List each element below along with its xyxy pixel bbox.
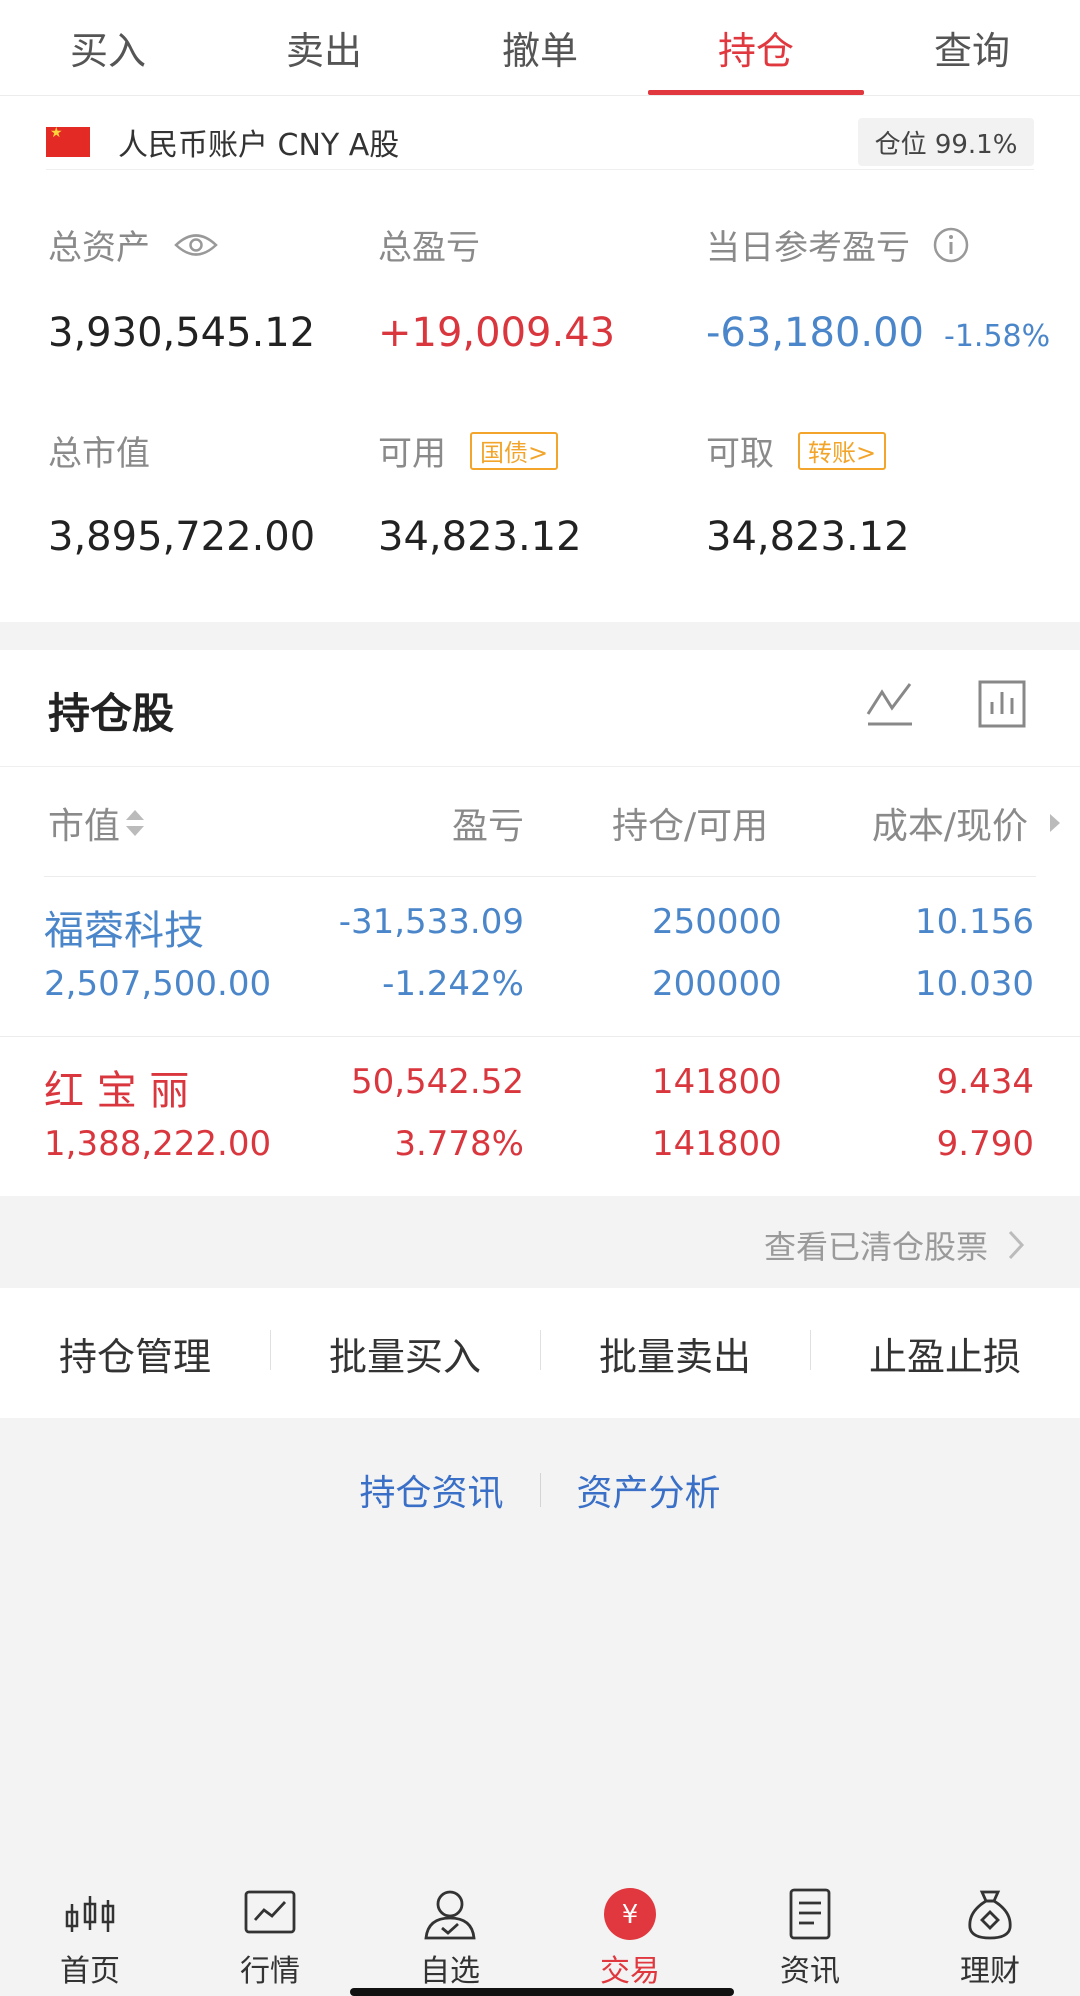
total-assets-label-cell: 总资产 bbox=[48, 220, 218, 269]
column-market-value-label: 市值 bbox=[48, 806, 121, 847]
chevron-right-icon bbox=[1008, 1230, 1025, 1260]
available-label-cell: 可用 国债> bbox=[378, 426, 559, 475]
user-check-icon bbox=[424, 1890, 476, 1940]
column-position[interactable]: 持仓/可用 bbox=[612, 797, 768, 849]
nav-watchlist[interactable]: 自选 bbox=[360, 1880, 540, 1996]
candlestick-icon bbox=[65, 1896, 115, 1932]
total-pl-label-cell: 总盈亏 bbox=[378, 220, 480, 269]
cleared-stocks-link[interactable]: 查看已清仓股票 bbox=[764, 1222, 1028, 1268]
column-cost-price[interactable]: 成本/现价 bbox=[871, 797, 1060, 849]
daily-pl-label-cell: 当日参考盈亏 bbox=[706, 220, 970, 269]
tab-buy[interactable]: 买入 bbox=[0, 0, 216, 95]
nav-market[interactable]: 行情 bbox=[180, 1880, 360, 1996]
daily-pl-label: 当日参考盈亏 bbox=[706, 228, 910, 268]
available-label: 可用 bbox=[378, 434, 446, 474]
money-bag-icon bbox=[968, 1890, 1012, 1940]
transfer-tag[interactable]: 转账> bbox=[798, 431, 887, 470]
chevron-right-icon bbox=[1050, 814, 1060, 832]
account-row[interactable]: 人民币账户 CNY A股 仓位 99.1% bbox=[46, 114, 1034, 170]
stock-pl-percent: -1.242% bbox=[382, 964, 524, 1004]
stock-name: 福蓉科技 bbox=[44, 908, 204, 954]
nav-home[interactable]: 首页 bbox=[0, 1880, 180, 1996]
nav-home-label: 首页 bbox=[60, 1954, 120, 1989]
nav-watchlist-label: 自选 bbox=[420, 1954, 480, 1989]
nav-trade-label: 交易 bbox=[600, 1954, 660, 1989]
tab-sell[interactable]: 卖出 bbox=[216, 0, 432, 95]
column-market-value[interactable]: 市值 bbox=[48, 797, 146, 849]
asset-analysis-link[interactable]: 资产分析 bbox=[541, 1464, 757, 1516]
bottom-navigation: 首页 行情 自选 ¥ 交易 资讯 理财 bbox=[0, 1880, 1080, 1996]
nav-wealth[interactable]: 理财 bbox=[900, 1880, 1080, 1996]
daily-pl-cell: -63,180.00 -1.58% bbox=[706, 310, 1050, 356]
yuan-icon: ¥ bbox=[604, 1888, 656, 1940]
stock-name: 红 宝 丽 bbox=[44, 1068, 190, 1114]
home-indicator bbox=[350, 1988, 734, 1996]
holdings-column-header: 市值 盈亏 持仓/可用 成本/现价 bbox=[0, 766, 1080, 876]
total-assets-label: 总资产 bbox=[48, 228, 150, 268]
nav-news[interactable]: 资讯 bbox=[720, 1880, 900, 1996]
daily-pl-value: -63,180.00 bbox=[706, 310, 925, 356]
holdings-title: 持仓股 bbox=[48, 689, 175, 738]
stop-profit-loss-button[interactable]: 止盈止损 bbox=[810, 1326, 1080, 1381]
batch-sell-button[interactable]: 批量卖出 bbox=[540, 1326, 810, 1381]
treasury-bond-tag[interactable]: 国债> bbox=[470, 431, 559, 470]
holdings-section: 持仓股 市值 盈亏 持仓/可用 成本/现价 福蓉科技 2,507,500.00 bbox=[0, 650, 1080, 1196]
cleared-stocks-bar: 查看已清仓股票 bbox=[0, 1196, 1080, 1288]
column-cost-price-label: 成本/现价 bbox=[871, 806, 1028, 847]
withdrawable-value: 34,823.12 bbox=[706, 514, 910, 560]
market-value-value: 3,895,722.00 bbox=[48, 514, 316, 560]
stock-market-value: 2,507,500.00 bbox=[44, 964, 272, 1004]
holding-row[interactable]: 红 宝 丽 1,388,222.00 50,542.52 3.778% 1418… bbox=[0, 1036, 1080, 1196]
total-pl-label: 总盈亏 bbox=[378, 228, 480, 268]
cleared-stocks-label: 查看已清仓股票 bbox=[763, 1228, 988, 1266]
stock-cost: 10.156 bbox=[915, 902, 1034, 942]
holding-row[interactable]: 福蓉科技 2,507,500.00 -31,533.09 -1.242% 250… bbox=[0, 876, 1080, 1036]
total-pl-value: +19,009.43 bbox=[378, 310, 616, 356]
withdrawable-label-cell: 可取 转账> bbox=[706, 426, 887, 475]
sort-icon bbox=[126, 810, 145, 836]
info-links: 持仓资讯 资产分析 bbox=[0, 1460, 1080, 1520]
top-tabs: 买入 卖出 撤单 持仓 查询 bbox=[0, 0, 1080, 96]
china-flag-icon bbox=[46, 125, 90, 157]
stock-position: 250000 bbox=[652, 902, 782, 942]
stock-pl-percent: 3.778% bbox=[394, 1124, 524, 1164]
nav-market-label: 行情 bbox=[240, 1954, 300, 1989]
stock-pl: -31,533.09 bbox=[338, 902, 524, 942]
document-icon bbox=[789, 1888, 831, 1940]
tab-holdings[interactable]: 持仓 bbox=[648, 0, 864, 95]
column-pl[interactable]: 盈亏 bbox=[452, 797, 524, 849]
holding-actions: 持仓管理 批量买入 批量卖出 止盈止损 bbox=[0, 1288, 1080, 1418]
stock-price: 10.030 bbox=[915, 964, 1034, 1004]
withdrawable-label: 可取 bbox=[706, 434, 774, 474]
account-summary: 人民币账户 CNY A股 仓位 99.1% 总资产 总盈亏 当日参考盈亏 3,9… bbox=[0, 96, 1080, 622]
stock-price: 9.790 bbox=[936, 1124, 1034, 1164]
stock-market-value: 1,388,222.00 bbox=[44, 1124, 272, 1164]
nav-wealth-label: 理财 bbox=[960, 1954, 1020, 1989]
position-management-button[interactable]: 持仓管理 bbox=[0, 1326, 270, 1381]
stock-available: 141800 bbox=[652, 1124, 782, 1164]
nav-news-label: 资讯 bbox=[780, 1954, 840, 1989]
available-value: 34,823.12 bbox=[378, 514, 582, 560]
tab-query[interactable]: 查询 bbox=[864, 0, 1080, 95]
stock-position: 141800 bbox=[652, 1062, 782, 1102]
account-name: 人民币账户 CNY A股 bbox=[118, 127, 400, 163]
line-chart-icon bbox=[244, 1890, 296, 1934]
batch-buy-button[interactable]: 批量买入 bbox=[270, 1326, 540, 1381]
trend-line-icon[interactable] bbox=[864, 678, 916, 730]
tab-cancel-order[interactable]: 撤单 bbox=[432, 0, 648, 95]
holding-news-link[interactable]: 持仓资讯 bbox=[323, 1464, 539, 1516]
market-value-label: 总市值 bbox=[48, 434, 150, 474]
daily-pl-percent: -1.58% bbox=[944, 319, 1051, 354]
position-ratio-badge: 仓位 99.1% bbox=[858, 118, 1034, 166]
stock-available: 200000 bbox=[652, 964, 782, 1004]
svg-text:¥: ¥ bbox=[622, 1900, 639, 1930]
eye-icon[interactable] bbox=[174, 232, 218, 258]
total-assets-value: 3,930,545.12 bbox=[48, 310, 316, 356]
stock-cost: 9.434 bbox=[936, 1062, 1034, 1102]
info-icon[interactable] bbox=[932, 226, 970, 264]
nav-trade[interactable]: ¥ 交易 bbox=[540, 1880, 720, 1996]
market-value-label-cell: 总市值 bbox=[48, 426, 150, 475]
bar-chart-icon[interactable] bbox=[976, 678, 1028, 730]
stock-pl: 50,542.52 bbox=[350, 1062, 524, 1102]
